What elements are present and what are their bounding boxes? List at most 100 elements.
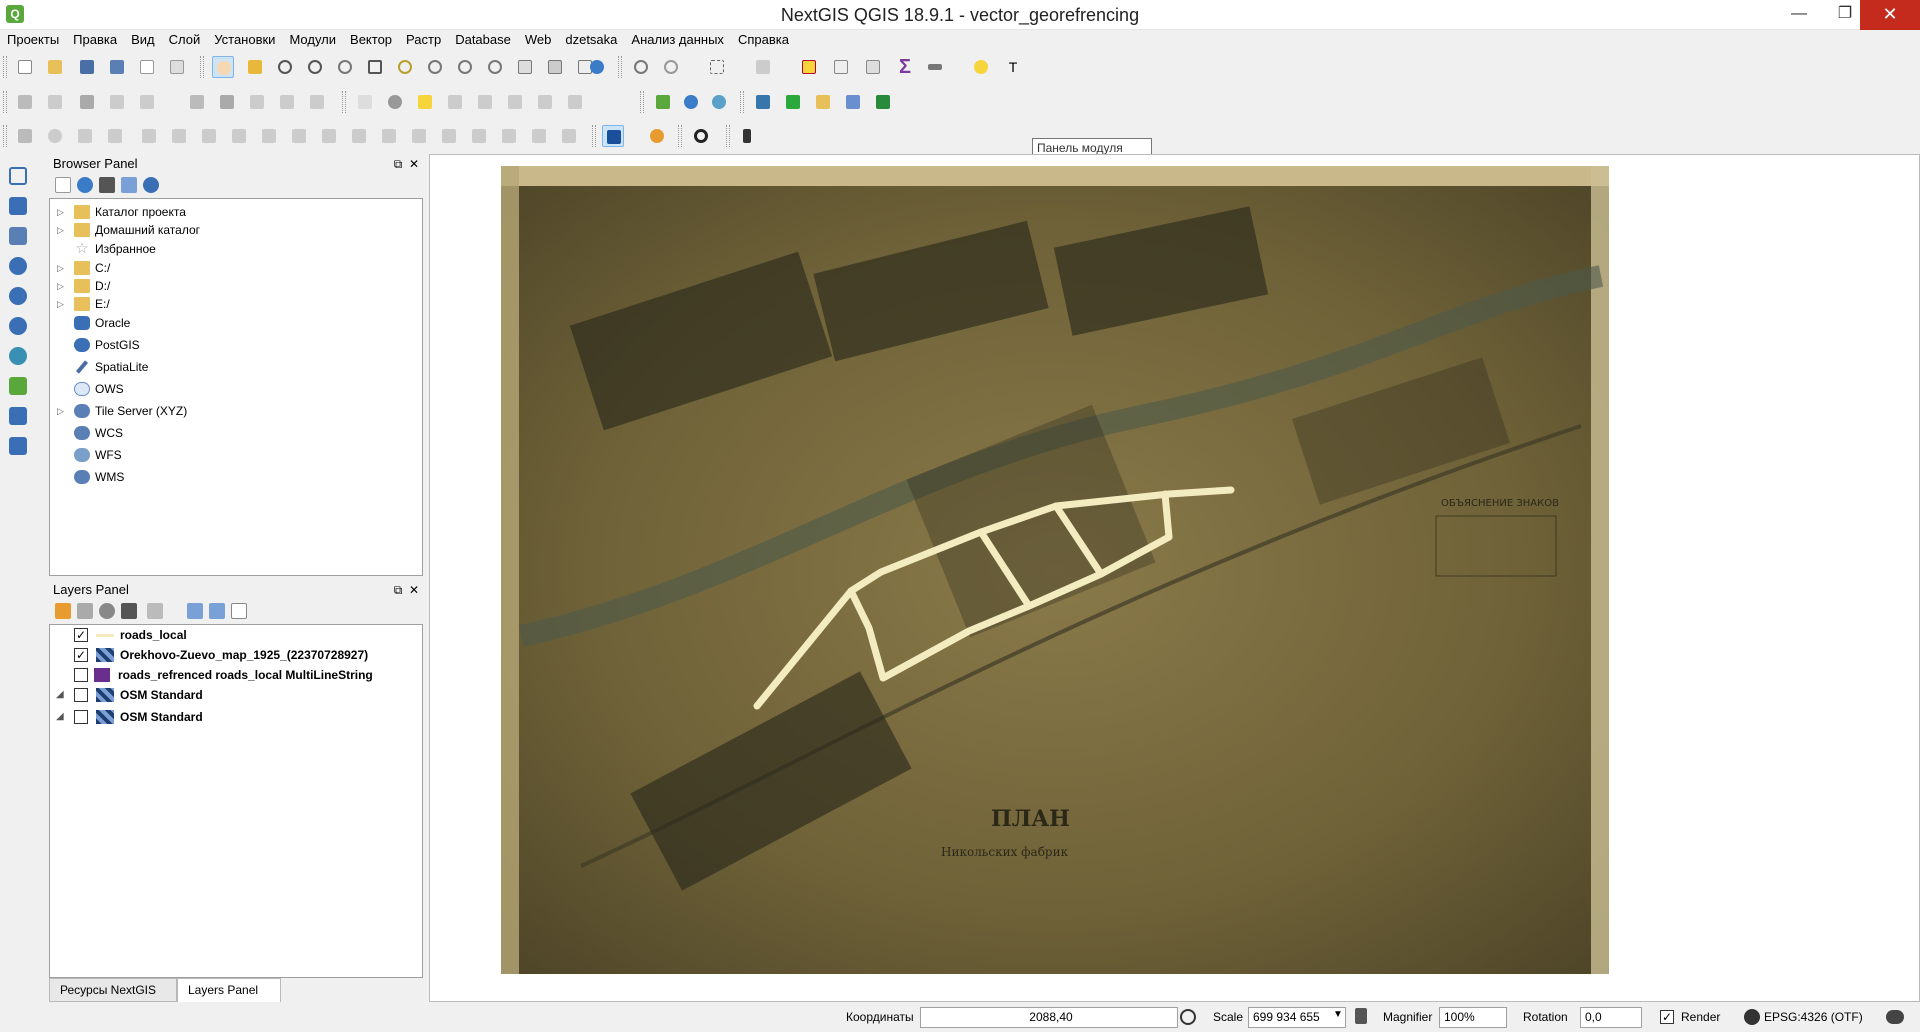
menu-data-analysis[interactable]: Анализ данных: [624, 30, 731, 50]
layer-visibility-checkbox[interactable]: ✓: [74, 628, 88, 642]
layer-row[interactable]: ✓ Orekhovo-Zuevo_map_1925_(22370728927): [50, 645, 422, 665]
coordinate-toggle-icon[interactable]: [1180, 1009, 1196, 1025]
cross-tool-icon[interactable]: [602, 125, 624, 147]
menu-plugins[interactable]: Модули: [282, 30, 343, 50]
add-wfs-layer-icon[interactable]: [6, 344, 30, 368]
save-as-icon[interactable]: [106, 56, 128, 78]
reshape-icon[interactable]: [318, 125, 340, 147]
digitize-curve-icon[interactable]: [136, 91, 158, 113]
georeferencer-icon[interactable]: [652, 91, 674, 113]
expand-arrow-icon[interactable]: ▷: [57, 203, 64, 221]
redo-icon[interactable]: [104, 125, 126, 147]
identify-icon[interactable]: [630, 56, 652, 78]
refresh-icon[interactable]: [586, 56, 608, 78]
pin-labels-icon[interactable]: [444, 91, 466, 113]
toolbar-grip[interactable]: [592, 125, 596, 147]
globe-plugin-icon[interactable]: [680, 91, 702, 113]
add-vector-layer-icon[interactable]: [6, 164, 30, 188]
deselect-icon[interactable]: [798, 56, 820, 78]
cut-features-icon[interactable]: [246, 91, 268, 113]
new-map-view-icon[interactable]: [514, 56, 536, 78]
toolbar-grip[interactable]: [3, 91, 7, 113]
toolbar-grip[interactable]: [640, 91, 644, 113]
expand-arrow-icon[interactable]: ▷: [57, 221, 64, 239]
magnifier-spinbox[interactable]: 100%: [1439, 1007, 1507, 1028]
folder-plugin-icon[interactable]: [812, 91, 834, 113]
grid-plugin-icon[interactable]: [842, 91, 864, 113]
close-panel-icon[interactable]: ✕: [409, 583, 419, 597]
zoom-to-selection-icon[interactable]: [394, 56, 416, 78]
layer-visibility-checkbox[interactable]: [74, 710, 88, 724]
new-layer-icon[interactable]: [6, 434, 30, 458]
offset-point-symbols-icon[interactable]: [528, 125, 550, 147]
toolbar-grip[interactable]: [200, 56, 204, 78]
user-plugin-icon[interactable]: [646, 125, 668, 147]
statistics-sum-icon[interactable]: Σ: [894, 56, 916, 78]
collapse-arrow-icon[interactable]: ◢: [56, 707, 64, 727]
browser-item[interactable]: ☆ Избранное: [50, 240, 422, 258]
filter-legend-icon[interactable]: [121, 603, 137, 619]
layer-visibility-checkbox[interactable]: [74, 668, 88, 682]
browser-item[interactable]: WMS: [50, 468, 422, 486]
select-features-icon[interactable]: [706, 56, 728, 78]
browser-item[interactable]: ▷ Tile Server (XYZ): [50, 402, 422, 420]
add-delimited-text-icon[interactable]: [6, 224, 30, 248]
visibility-icon[interactable]: [99, 603, 115, 619]
toolbar-grip[interactable]: [726, 125, 730, 147]
toggle-editing-icon[interactable]: [44, 91, 66, 113]
layer-row[interactable]: ◢ OSM Standard: [50, 685, 422, 705]
merge-features-icon[interactable]: [438, 125, 460, 147]
menu-projects[interactable]: Проекты: [0, 30, 66, 50]
select-by-value-icon[interactable]: [752, 56, 774, 78]
menu-view[interactable]: Вид: [124, 30, 162, 50]
toolbar-grip[interactable]: [740, 91, 744, 113]
menu-help[interactable]: Справка: [731, 30, 796, 50]
add-ring-icon[interactable]: [168, 125, 190, 147]
properties-info-icon[interactable]: [143, 177, 159, 193]
menu-database[interactable]: Database: [448, 30, 518, 50]
collapse-arrow-icon[interactable]: ◢: [56, 685, 64, 705]
trim-extend-icon[interactable]: [558, 125, 580, 147]
zoom-native-icon[interactable]: [334, 56, 356, 78]
add-mesh-layer-icon[interactable]: [6, 374, 30, 398]
text-annotation-icon[interactable]: T: [1002, 56, 1024, 78]
zoom-next-icon[interactable]: [484, 56, 506, 78]
layer-row[interactable]: roads_refrenced roads_local MultiLineStr…: [50, 665, 422, 685]
browser-item[interactable]: ▷ Каталог проекта: [50, 203, 422, 221]
browser-item[interactable]: OWS: [50, 380, 422, 398]
save-project-icon[interactable]: [76, 56, 98, 78]
lock-scale-icon[interactable]: [1355, 1008, 1367, 1024]
menu-raster[interactable]: Растр: [399, 30, 448, 50]
split-features-icon[interactable]: [378, 125, 400, 147]
add-feature-icon[interactable]: [106, 91, 128, 113]
filter-expression-icon[interactable]: [147, 603, 163, 619]
menu-settings[interactable]: Установки: [207, 30, 282, 50]
menu-layer[interactable]: Слой: [162, 30, 208, 50]
add-spatialite-layer-icon[interactable]: [6, 284, 30, 308]
edits-icon[interactable]: [14, 91, 36, 113]
add-virtual-layer-icon[interactable]: [6, 404, 30, 428]
rotate-label-icon[interactable]: [534, 91, 556, 113]
toolbar-grip[interactable]: [678, 125, 682, 147]
browser-item[interactable]: PostGIS: [50, 336, 422, 354]
crs-button[interactable]: EPSG:4326 (OTF): [1764, 1010, 1863, 1024]
layer-styling-icon[interactable]: [55, 603, 71, 619]
vertex-tool-icon[interactable]: [186, 91, 208, 113]
advanced-digitizing-icon[interactable]: [14, 125, 36, 147]
add-raster-layer-icon[interactable]: [6, 194, 30, 218]
search-icon[interactable]: [690, 125, 712, 147]
save-edits-icon[interactable]: [76, 91, 98, 113]
browser-item[interactable]: ▷ C:/: [50, 259, 422, 277]
close-button[interactable]: ✕: [1860, 0, 1920, 30]
pan-icon[interactable]: [212, 56, 234, 78]
show-hide-labels-icon[interactable]: [474, 91, 496, 113]
layer-row[interactable]: ◢ OSM Standard: [50, 707, 422, 727]
add-wms-layer-icon[interactable]: [6, 314, 30, 338]
open-project-icon[interactable]: [44, 56, 66, 78]
measure-icon[interactable]: [924, 56, 946, 78]
offset-curve-icon[interactable]: [348, 125, 370, 147]
menu-web[interactable]: Web: [518, 30, 559, 50]
identify-dropdown-icon[interactable]: [660, 56, 682, 78]
browser-item[interactable]: WFS: [50, 446, 422, 464]
scale-combobox[interactable]: 699 934 655: [1248, 1007, 1346, 1028]
